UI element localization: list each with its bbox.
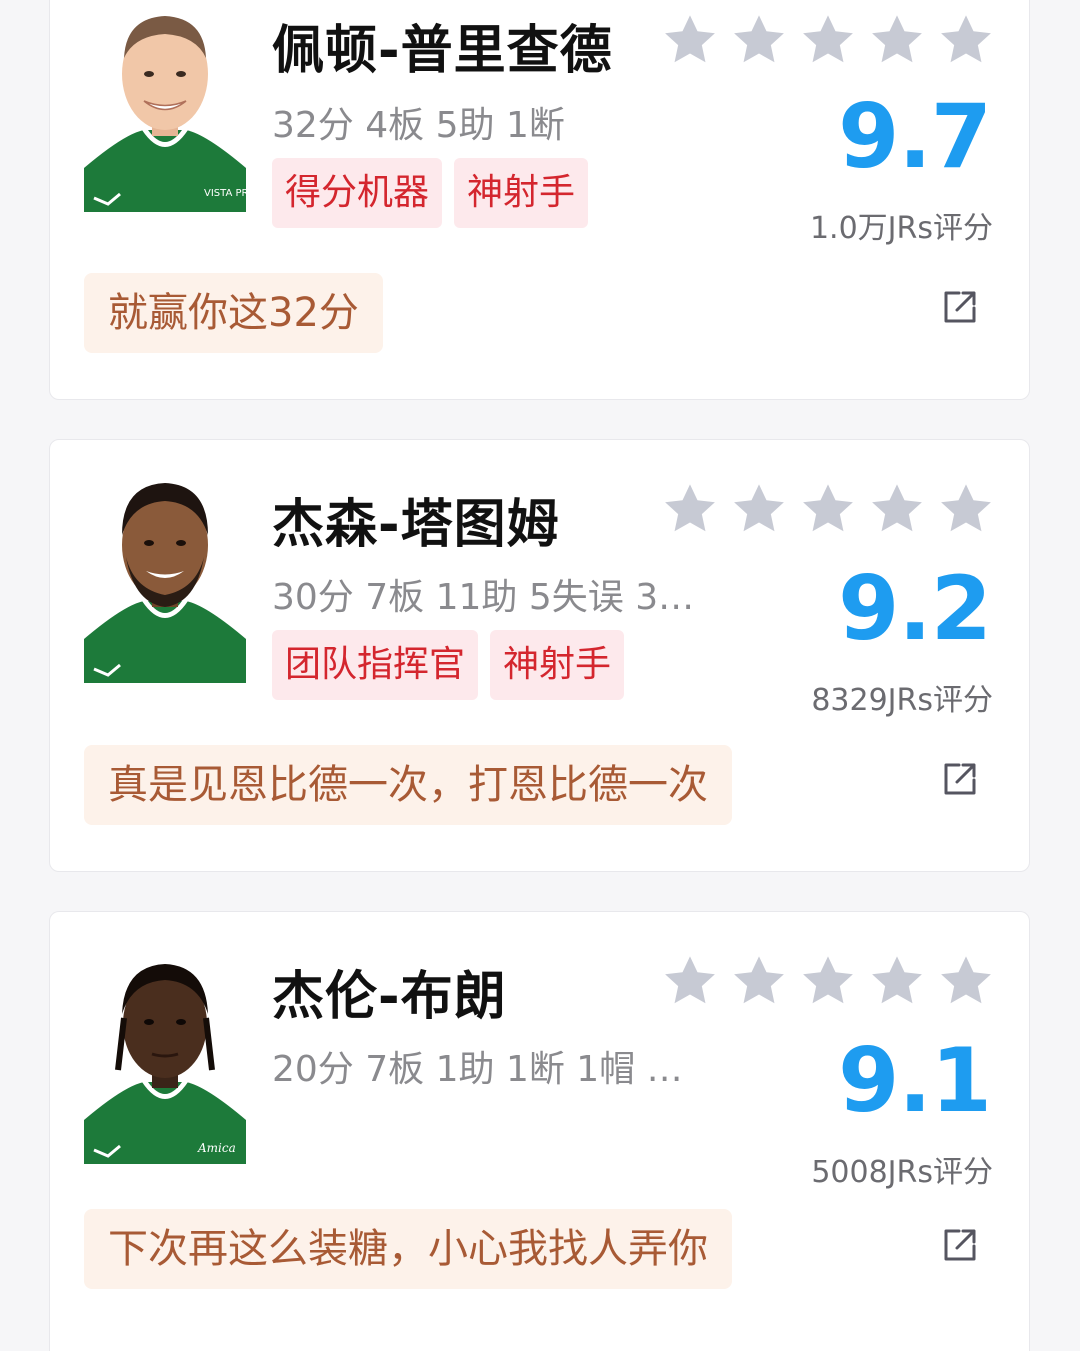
star-icon[interactable] <box>937 952 995 1010</box>
top-comment[interactable]: 下次再这么装糖，小心我找人弄你 <box>84 1209 732 1289</box>
top-comment[interactable]: 真是见恩比德一次，打恩比德一次 <box>84 745 732 825</box>
player-name: 杰伦-布朗 <box>272 967 507 1027</box>
rating-count: 5008JRs评分 <box>811 1155 993 1190</box>
share-icon[interactable] <box>941 1226 979 1264</box>
share-icon[interactable] <box>941 760 979 798</box>
star-icon[interactable] <box>868 480 926 538</box>
player-stats: 30分 7板 11助 5失误 3… <box>272 577 695 618</box>
player-tag: 团队指挥官 <box>272 630 479 700</box>
player-stats: 32分 4板 5助 1断 <box>272 105 565 146</box>
player-stats: 20分 7板 1助 1断 1帽 … <box>272 1049 683 1090</box>
player-score: 9.2 <box>838 557 992 660</box>
player-rating-card[interactable]: 杰森-塔图姆 30分 7板 11助 5失误 3… 9.2 团队指挥官 神射手 8… <box>49 439 1030 872</box>
top-comment[interactable]: 就赢你这32分 <box>84 273 383 353</box>
star-icon[interactable] <box>799 952 857 1010</box>
jersey-sponsor-text: VISTA PRINT <box>204 188 246 199</box>
star-icon[interactable] <box>661 952 719 1010</box>
star-rating[interactable] <box>661 480 995 538</box>
share-icon[interactable] <box>941 288 979 326</box>
player-rating-card[interactable]: VISTA PRINT 佩顿-普里查德 32分 4板 5助 1断 9.7 得分机… <box>49 0 1030 400</box>
star-icon[interactable] <box>937 11 995 69</box>
player-avatar: Amica <box>84 958 246 1164</box>
player-tag: 得分机器 <box>272 158 443 228</box>
star-icon[interactable] <box>799 11 857 69</box>
jersey-sponsor-text: Amica <box>197 1141 236 1155</box>
player-tag: 神射手 <box>490 630 625 700</box>
star-icon[interactable] <box>730 952 788 1010</box>
tag-list: 得分机器 神射手 <box>272 158 589 228</box>
player-name: 佩顿-普里查德 <box>272 21 613 81</box>
player-rating-card[interactable]: Amica 杰伦-布朗 20分 7板 1助 1断 1帽 … 9.1 5008JR… <box>49 911 1030 1351</box>
star-icon[interactable] <box>937 480 995 538</box>
star-rating[interactable] <box>661 11 995 69</box>
player-name: 杰森-塔图姆 <box>272 495 560 555</box>
player-avatar: VISTA PRINT <box>84 6 246 212</box>
star-icon[interactable] <box>868 11 926 69</box>
rating-count: 8329JRs评分 <box>811 683 993 718</box>
rating-count: 1.0万JRs评分 <box>809 211 993 246</box>
star-icon[interactable] <box>661 480 719 538</box>
star-rating[interactable] <box>661 952 995 1010</box>
star-icon[interactable] <box>799 480 857 538</box>
tag-list: 团队指挥官 神射手 <box>272 630 625 700</box>
player-tag: 神射手 <box>454 158 589 228</box>
star-icon[interactable] <box>730 480 788 538</box>
star-icon[interactable] <box>868 952 926 1010</box>
star-icon[interactable] <box>730 11 788 69</box>
player-avatar <box>84 477 246 683</box>
star-icon[interactable] <box>661 11 719 69</box>
player-score: 9.1 <box>838 1029 992 1132</box>
player-score: 9.7 <box>838 85 992 188</box>
